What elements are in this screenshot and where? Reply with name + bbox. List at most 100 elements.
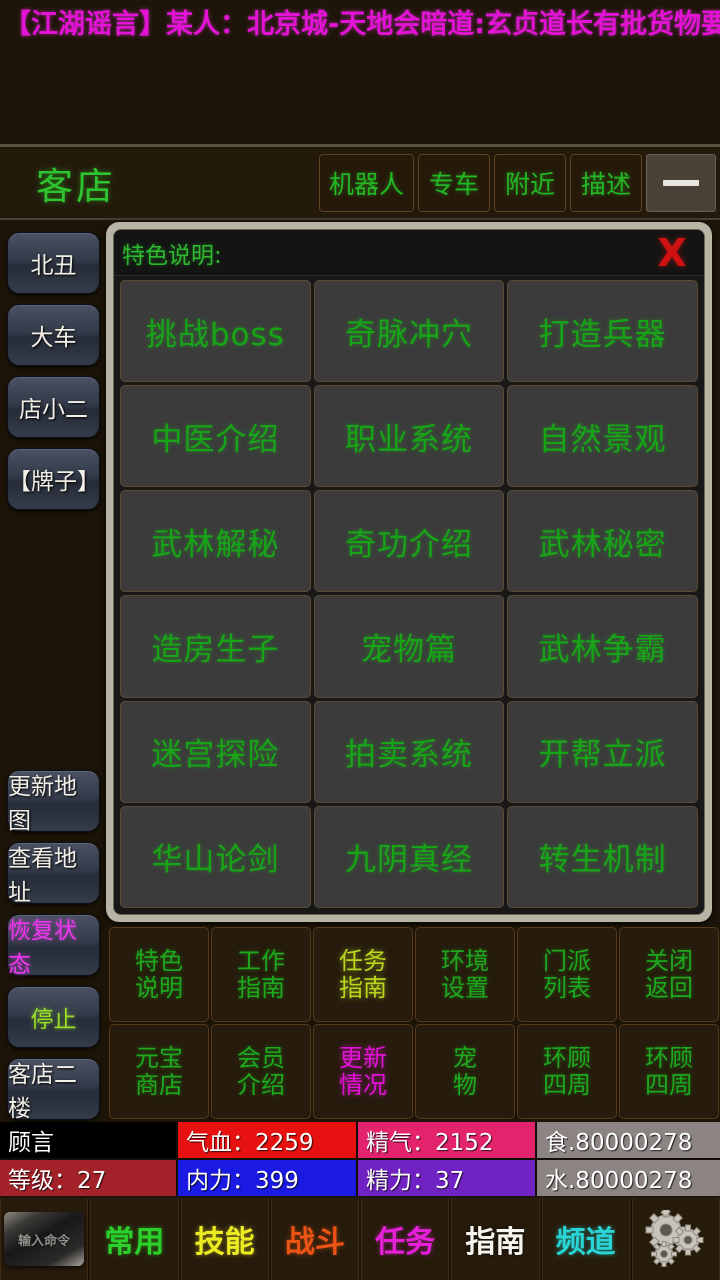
status-water: 水.80000278: [537, 1160, 720, 1196]
feature-cell[interactable]: 迷宫探险: [120, 700, 311, 803]
cmd-line1: 更新: [339, 1043, 387, 1072]
sidebar-item-inn-second-floor[interactable]: 客店二楼: [7, 1058, 100, 1122]
left-sidebar: 北丑 大车 店小二 【牌子】 更新地图 查看地址 恢复状态 停止 客店二楼: [0, 222, 107, 1122]
sidebar-item-update-map[interactable]: 更新地图: [7, 770, 100, 834]
feature-cell[interactable]: 武林解秘: [120, 490, 311, 593]
header-button-description[interactable]: 描述: [570, 153, 642, 212]
feature-cell[interactable]: 自然景观: [507, 385, 698, 488]
cmd-line2: 情况: [339, 1070, 387, 1099]
announcement-text: 【江湖谣言】某人：北京城-天地会暗道:玄贞道长有批货物要送到: [4, 9, 720, 40]
sidebar-item-dianxiaoer[interactable]: 店小二: [7, 376, 100, 438]
cmd-line1: 宠: [453, 1043, 477, 1072]
status-hp: 气血：2259: [178, 1122, 356, 1158]
tab-guide[interactable]: 指南: [451, 1198, 540, 1280]
cmd-line1: 环境: [441, 946, 489, 975]
command-close-return[interactable]: 关闭 返回: [619, 927, 719, 1022]
cmd-line1: 特色: [135, 946, 183, 975]
cmd-line2: 指南: [237, 973, 285, 1002]
cmd-line2: 介绍: [237, 1070, 285, 1099]
tab-common[interactable]: 常用: [90, 1198, 179, 1280]
cmd-line1: 元宝: [135, 1043, 183, 1072]
dialog-body: 特色说明: X 挑战boss 奇脉冲穴 打造兵器 中医介绍 职业系统 自然景观 …: [113, 229, 705, 915]
feature-cell[interactable]: 造房生子: [120, 595, 311, 698]
close-icon[interactable]: X: [646, 232, 698, 274]
cmd-line2: 返回: [645, 973, 693, 1002]
cmd-line1: 任务: [339, 946, 387, 975]
feature-grid: 挑战boss 奇脉冲穴 打造兵器 中医介绍 职业系统 自然景观 武林解秘 奇功介…: [114, 276, 704, 914]
command-update-news[interactable]: 更新 情况: [313, 1024, 413, 1119]
tab-quests[interactable]: 任务: [361, 1198, 450, 1280]
feature-cell[interactable]: 武林秘密: [507, 490, 698, 593]
feature-cell[interactable]: 打造兵器: [507, 280, 698, 383]
dialog-titlebar: 特色说明: X: [114, 230, 704, 276]
feature-cell[interactable]: 武林争霸: [507, 595, 698, 698]
settings-button[interactable]: [631, 1198, 720, 1280]
minimize-dash: [663, 179, 699, 186]
status-qi: 精气：2152: [358, 1122, 535, 1158]
status-mp: 内力：399: [178, 1160, 356, 1196]
tab-combat[interactable]: 战斗: [270, 1198, 359, 1280]
sidebar-item-stop[interactable]: 停止: [7, 986, 100, 1048]
sidebar-item-beichou[interactable]: 北丑: [7, 232, 100, 294]
cmd-line2: 商店: [135, 1070, 183, 1099]
cmd-line2: 物: [453, 1070, 477, 1099]
command-look-around-2[interactable]: 环顾 四周: [619, 1024, 719, 1119]
header-button-nearby[interactable]: 附近: [494, 153, 566, 212]
status-row-2: 等级：27 内力：399 精力：37 水.80000278: [0, 1160, 720, 1196]
game-screen: 【江湖谣言】某人：北京城-天地会暗道:玄贞道长有批货物要送到 客店 机器人 专车…: [0, 0, 720, 1280]
feature-description-dialog: 特色说明: X 挑战boss 奇脉冲穴 打造兵器 中医介绍 职业系统 自然景观 …: [106, 222, 712, 922]
status-level: 等级：27: [0, 1160, 176, 1196]
status-player-name: 顾言: [0, 1122, 176, 1158]
feature-cell[interactable]: 奇脉冲穴: [313, 280, 505, 383]
header-button-robot[interactable]: 机器人: [318, 153, 414, 212]
cmd-line1: 环顾: [543, 1043, 591, 1072]
sidebar-item-paizi[interactable]: 【牌子】: [7, 448, 100, 510]
cmd-line1: 会员: [237, 1043, 285, 1072]
command-sect-list[interactable]: 门派 列表: [517, 927, 617, 1022]
feature-cell[interactable]: 华山论剑: [120, 805, 311, 908]
command-quest-guide[interactable]: 任务 指南: [313, 927, 413, 1022]
status-row-1: 顾言 气血：2259 精气：2152 食.80000278: [0, 1122, 720, 1158]
gears-icon: [645, 1210, 704, 1267]
feature-cell[interactable]: 开帮立派: [507, 700, 698, 803]
input-command-icon[interactable]: 输入命令: [4, 1212, 85, 1266]
sidebar-item-dache[interactable]: 大车: [7, 304, 100, 366]
tab-skills[interactable]: 技能: [180, 1198, 269, 1280]
command-feature-description[interactable]: 特色 说明: [109, 927, 209, 1022]
cmd-line1: 门派: [543, 946, 591, 975]
feature-cell[interactable]: 九阴真经: [313, 805, 505, 908]
announcement-area: 【江湖谣言】某人：北京城-天地会暗道:玄贞道长有批货物要送到: [0, 0, 720, 140]
cmd-line2: 四周: [645, 1070, 693, 1099]
feature-cell[interactable]: 拍卖系统: [313, 700, 505, 803]
sidebar-item-restore-state[interactable]: 恢复状态: [7, 914, 100, 978]
header-button-special-car[interactable]: 专车: [418, 153, 490, 212]
status-food: 食.80000278: [537, 1122, 720, 1158]
status-energy: 精力：37: [358, 1160, 535, 1196]
command-look-around-1[interactable]: 环顾 四周: [517, 1024, 617, 1119]
tab-channel[interactable]: 频道: [541, 1198, 630, 1280]
cmd-line2: 四周: [543, 1070, 591, 1099]
feature-cell[interactable]: 挑战boss: [120, 280, 311, 383]
status-bars: 顾言 气血：2259 精气：2152 食.80000278 等级：27 内力：3…: [0, 1122, 720, 1196]
command-pet[interactable]: 宠 物: [415, 1024, 515, 1119]
feature-cell[interactable]: 职业系统: [313, 385, 505, 488]
command-yuanbao-shop[interactable]: 元宝 商店: [109, 1024, 209, 1119]
cmd-line1: 工作: [237, 946, 285, 975]
cmd-line2: 指南: [339, 973, 387, 1002]
bottom-toolbar: 输入命令 常用 技能 战斗 任务 指南 频道: [0, 1198, 720, 1280]
feature-cell[interactable]: 奇功介绍: [313, 490, 505, 593]
sidebar-item-view-address[interactable]: 查看地址: [7, 842, 100, 906]
feature-cell[interactable]: 转生机制: [507, 805, 698, 908]
cmd-line2: 列表: [543, 973, 591, 1002]
input-command-placeholder: 输入命令: [17, 1233, 71, 1249]
command-menu: 特色 说明 工作 指南 任务 指南 环境 设置 门派 列表 关闭 返回 元宝 商…: [108, 926, 720, 1120]
command-input-button[interactable]: 输入命令: [0, 1198, 89, 1280]
command-environment-settings[interactable]: 环境 设置: [415, 927, 515, 1022]
command-member-intro[interactable]: 会员 介绍: [211, 1024, 311, 1119]
cmd-line2: 说明: [135, 973, 183, 1002]
minimize-icon[interactable]: [646, 153, 716, 212]
feature-cell[interactable]: 中医介绍: [120, 385, 311, 488]
command-work-guide[interactable]: 工作 指南: [211, 927, 311, 1022]
cmd-line1: 关闭: [645, 946, 693, 975]
feature-cell[interactable]: 宠物篇: [313, 595, 505, 698]
